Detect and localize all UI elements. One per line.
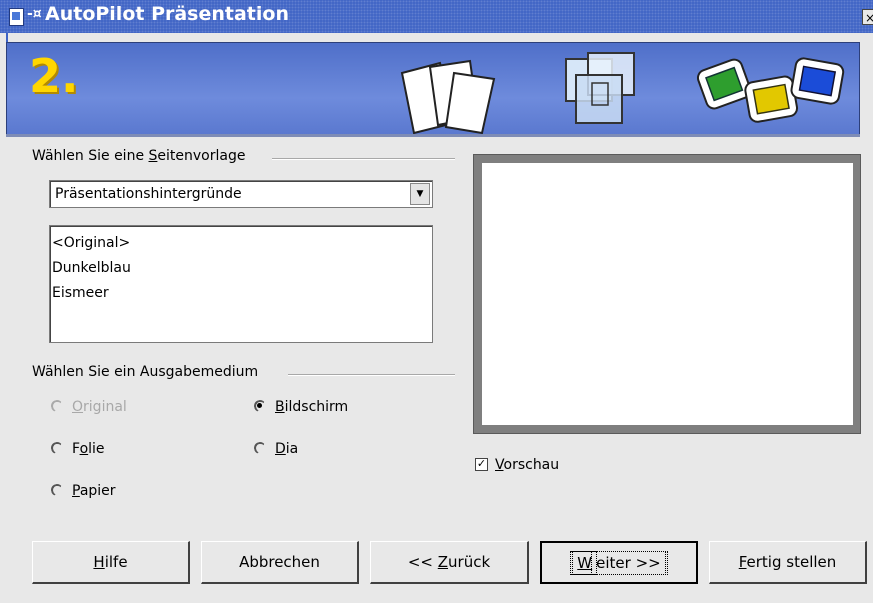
preview-frame <box>473 154 861 434</box>
template-list[interactable]: <Original> Dunkelblau Eismeer <box>49 225 433 343</box>
next-button[interactable]: Weiter >> <box>540 541 698 584</box>
radio-papier[interactable]: Papier <box>51 483 116 499</box>
radio-dia[interactable]: Dia <box>254 441 298 457</box>
app-icon[interactable] <box>9 8 24 26</box>
select-value: Präsentationshintergründe <box>55 186 242 202</box>
radio-icon <box>254 400 266 412</box>
group-separator <box>288 374 455 376</box>
back-button[interactable]: << Zurück <box>370 541 529 584</box>
list-item[interactable]: Eismeer <box>52 281 432 306</box>
radio-icon <box>51 442 63 454</box>
banner-separator <box>6 134 860 137</box>
list-item[interactable]: Dunkelblau <box>52 256 432 281</box>
radio-icon <box>51 400 63 412</box>
window-title: AutoPilot Präsentation <box>45 3 289 25</box>
window-menu-icon[interactable]: -¤ <box>27 6 42 22</box>
list-item[interactable]: <Original> <box>52 231 432 256</box>
radio-folie[interactable]: Folie <box>51 441 105 457</box>
radio-original[interactable]: Original <box>51 399 127 415</box>
preview-checkbox[interactable]: ✓ Vorschau <box>475 457 559 473</box>
finish-button[interactable]: Fertig stellen <box>709 541 867 584</box>
medium-group-title: Wählen Sie ein Ausgabemedium <box>32 364 265 380</box>
next-button-label: Weiter >> <box>570 551 668 575</box>
slides-icon <box>696 57 845 123</box>
help-button[interactable]: Hilfe <box>32 541 190 584</box>
close-icon: × <box>865 11 873 25</box>
close-button[interactable]: × <box>862 9 873 25</box>
checkbox-icon: ✓ <box>475 456 488 471</box>
layout-icon <box>565 52 635 124</box>
cancel-button[interactable]: Abbrechen <box>201 541 359 584</box>
group-separator <box>272 158 455 160</box>
step-number: 2. <box>29 49 79 103</box>
wizard-banner: 2. <box>6 42 860 136</box>
template-group-title: Wählen Sie eine Seitenvorlage <box>32 148 252 164</box>
chevron-down-icon[interactable]: ▼ <box>410 183 430 205</box>
radio-icon <box>254 442 266 454</box>
pages-icon <box>400 59 496 135</box>
radio-bildschirm[interactable]: Bildschirm <box>254 399 348 415</box>
title-bar[interactable]: -¤ AutoPilot Präsentation × <box>0 0 873 33</box>
radio-icon <box>51 484 63 496</box>
preview-area <box>482 163 853 425</box>
template-category-select[interactable]: Präsentationshintergründe ▼ <box>49 180 433 208</box>
